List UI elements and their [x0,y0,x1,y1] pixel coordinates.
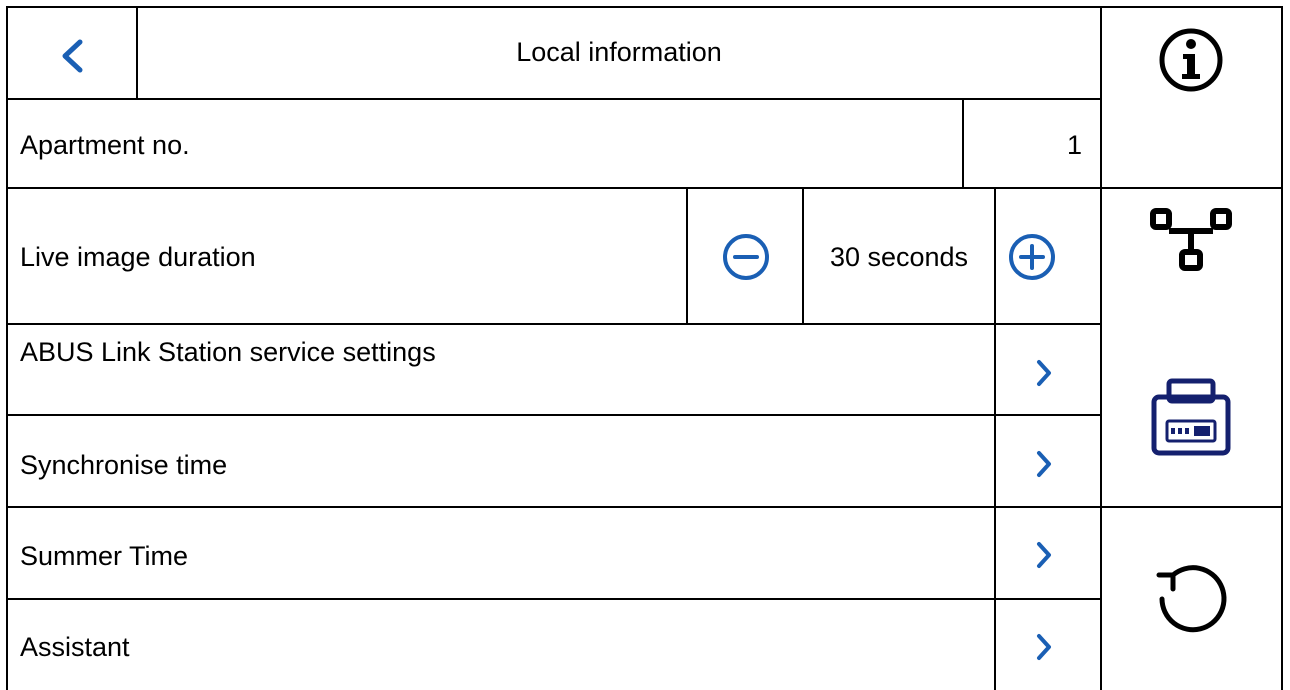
minus-circle-icon [722,233,770,281]
decrease-button[interactable] [688,189,802,323]
network-button[interactable] [1102,189,1281,297]
page-title: Local information [516,37,722,67]
apartment-label: Apartment no. [20,130,190,160]
network-icon [1150,206,1232,274]
device-icon [1149,375,1233,459]
sync-time-row[interactable]: Synchronise time [8,416,1100,506]
increase-button[interactable] [996,189,1100,323]
chevron-right-icon [1034,359,1054,387]
apartment-value[interactable]: 1 [964,129,1082,161]
chevron-left-icon [58,38,86,74]
assistant-row[interactable]: Assistant [8,600,1100,690]
back-button[interactable] [8,8,136,98]
summer-time-row[interactable]: Summer Time [8,508,1100,598]
plus-circle-icon [1008,233,1056,281]
assistant-label: Assistant [20,632,130,662]
chevron-right-icon [1034,450,1054,478]
live-image-label: Live image duration [20,242,256,272]
link-station-row[interactable]: ABUS Link Station service settings [8,325,1100,414]
chevron-right-icon [1034,541,1054,569]
reset-button[interactable] [1102,508,1281,690]
chevron-right-icon [1034,633,1054,661]
reset-icon [1149,557,1233,641]
device-button[interactable] [1102,350,1281,480]
summer-time-label: Summer Time [20,541,189,571]
sync-time-label: Synchronise time [20,450,228,480]
duration-value: 30 seconds [829,242,969,272]
info-icon [1157,26,1225,94]
info-button[interactable] [1102,8,1281,187]
link-station-label: ABUS Link Station service settings [20,337,436,367]
